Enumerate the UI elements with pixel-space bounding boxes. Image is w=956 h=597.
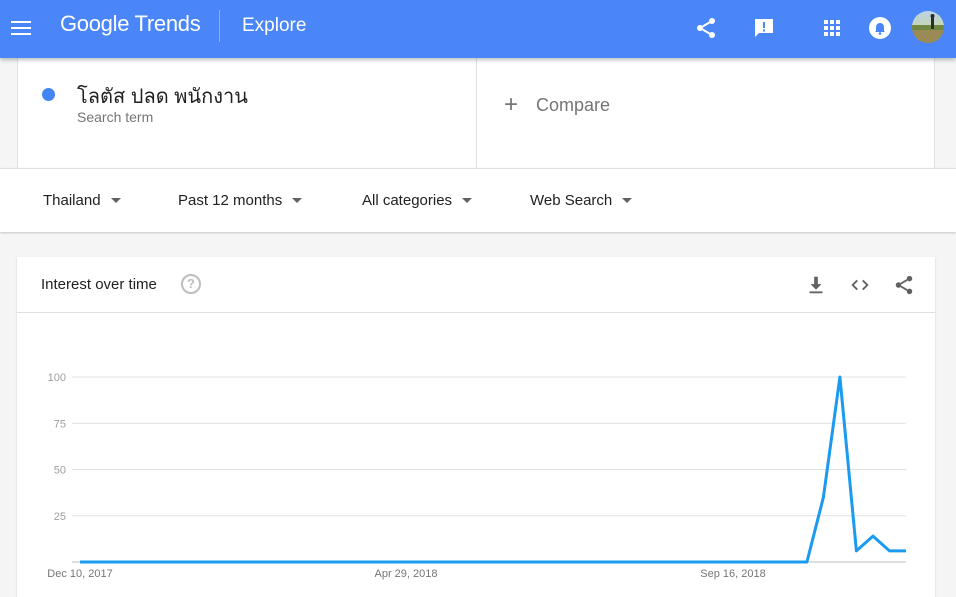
data-point[interactable] bbox=[340, 558, 348, 566]
y-tick-label: 75 bbox=[54, 418, 66, 430]
term-divider bbox=[476, 58, 477, 168]
data-point[interactable] bbox=[472, 558, 480, 566]
compare-button[interactable]: + Compare bbox=[504, 93, 610, 117]
search-type-value: Web Search bbox=[530, 192, 613, 209]
data-point[interactable] bbox=[456, 558, 464, 566]
data-point[interactable] bbox=[555, 558, 563, 566]
data-point[interactable] bbox=[621, 558, 629, 566]
data-point[interactable] bbox=[142, 558, 150, 566]
data-point[interactable] bbox=[390, 558, 398, 566]
page-title: Explore bbox=[242, 15, 307, 36]
data-point[interactable] bbox=[423, 558, 431, 566]
data-point[interactable] bbox=[439, 558, 447, 566]
time-range-value: Past 12 months bbox=[178, 192, 283, 209]
menu-icon[interactable] bbox=[10, 17, 32, 39]
data-point[interactable] bbox=[489, 558, 497, 566]
data-point[interactable] bbox=[522, 558, 530, 566]
interest-line-chart[interactable]: 25 50 75 100 Dec 10, 2017 Apr 29, 2018 Sep 16,… bbox=[17, 257, 935, 592]
data-point[interactable] bbox=[307, 558, 315, 566]
top-app-bar: Google Trends Explore bbox=[0, 0, 956, 58]
y-tick-label: 25 bbox=[54, 511, 66, 523]
plus-icon: + bbox=[504, 91, 519, 118]
data-point[interactable] bbox=[192, 558, 200, 566]
category-value: All categories bbox=[362, 192, 453, 209]
data-point[interactable] bbox=[539, 558, 547, 566]
data-point[interactable] bbox=[836, 373, 844, 381]
data-point[interactable] bbox=[770, 558, 778, 566]
data-point[interactable] bbox=[126, 558, 134, 566]
feedback-icon[interactable] bbox=[752, 16, 776, 40]
header-divider bbox=[219, 10, 220, 42]
search-type-dropdown[interactable]: Web Search bbox=[530, 192, 633, 209]
avatar[interactable] bbox=[912, 11, 944, 43]
data-point[interactable] bbox=[506, 558, 514, 566]
category-dropdown[interactable]: All categories bbox=[362, 192, 473, 209]
data-point[interactable] bbox=[572, 558, 580, 566]
data-point[interactable] bbox=[373, 558, 381, 566]
data-point[interactable] bbox=[605, 558, 613, 566]
search-terms-card: โลตัส ปลด พนักงาน Search term + Compare bbox=[17, 58, 935, 168]
data-point[interactable] bbox=[109, 558, 117, 566]
data-point[interactable] bbox=[819, 493, 827, 501]
share-icon[interactable] bbox=[694, 16, 718, 40]
data-point[interactable] bbox=[588, 558, 596, 566]
dropdown-arrow-icon bbox=[622, 198, 633, 203]
data-point[interactable] bbox=[258, 558, 266, 566]
data-point[interactable] bbox=[159, 558, 167, 566]
data-point[interactable] bbox=[737, 558, 745, 566]
data-point[interactable] bbox=[687, 558, 695, 566]
compare-label: Compare bbox=[536, 94, 611, 115]
region-value: Thailand bbox=[43, 192, 101, 209]
data-point[interactable] bbox=[852, 547, 860, 555]
data-point[interactable] bbox=[357, 558, 365, 566]
data-point[interactable] bbox=[704, 558, 712, 566]
data-point[interactable] bbox=[175, 558, 183, 566]
data-point[interactable] bbox=[638, 558, 646, 566]
dropdown-arrow-icon bbox=[110, 198, 121, 203]
region-dropdown[interactable]: Thailand bbox=[43, 192, 121, 209]
search-term-label: Search term bbox=[77, 109, 154, 125]
data-point[interactable] bbox=[786, 558, 794, 566]
google-trends-logo[interactable]: Google Trends bbox=[60, 11, 201, 37]
data-point[interactable] bbox=[241, 558, 249, 566]
data-point[interactable] bbox=[902, 547, 910, 555]
data-point[interactable] bbox=[324, 558, 332, 566]
dropdown-arrow-icon bbox=[292, 198, 303, 203]
data-point[interactable] bbox=[406, 558, 414, 566]
filter-bar: Thailand Past 12 months All categories W… bbox=[0, 168, 956, 232]
data-point[interactable] bbox=[76, 558, 84, 566]
data-point[interactable] bbox=[885, 547, 893, 555]
apps-icon[interactable] bbox=[820, 16, 844, 40]
data-point[interactable] bbox=[869, 532, 877, 540]
data-point[interactable] bbox=[291, 558, 299, 566]
x-tick-label: Sep 16, 2018 bbox=[700, 568, 765, 580]
y-tick-label: 100 bbox=[48, 372, 66, 384]
data-point[interactable] bbox=[803, 558, 811, 566]
time-range-dropdown[interactable]: Past 12 months bbox=[178, 192, 303, 209]
data-point[interactable] bbox=[274, 558, 282, 566]
data-point[interactable] bbox=[225, 558, 233, 566]
data-point[interactable] bbox=[654, 558, 662, 566]
dropdown-arrow-icon bbox=[462, 198, 473, 203]
interest-over-time-card: Interest over time ? 25 50 75 100 Dec 10, 20… bbox=[17, 257, 935, 597]
x-tick-label: Apr 29, 2018 bbox=[375, 568, 438, 580]
data-point[interactable] bbox=[671, 558, 679, 566]
data-point[interactable] bbox=[208, 558, 216, 566]
y-tick-label: 50 bbox=[54, 465, 66, 477]
data-point[interactable] bbox=[93, 558, 101, 566]
x-tick-label: Dec 10, 2017 bbox=[47, 568, 112, 580]
term-color-dot bbox=[42, 88, 55, 101]
data-point[interactable] bbox=[720, 558, 728, 566]
notifications-icon[interactable] bbox=[868, 16, 892, 40]
data-point[interactable] bbox=[753, 558, 761, 566]
search-term-name[interactable]: โลตัส ปลด พนักงาน bbox=[77, 80, 248, 112]
